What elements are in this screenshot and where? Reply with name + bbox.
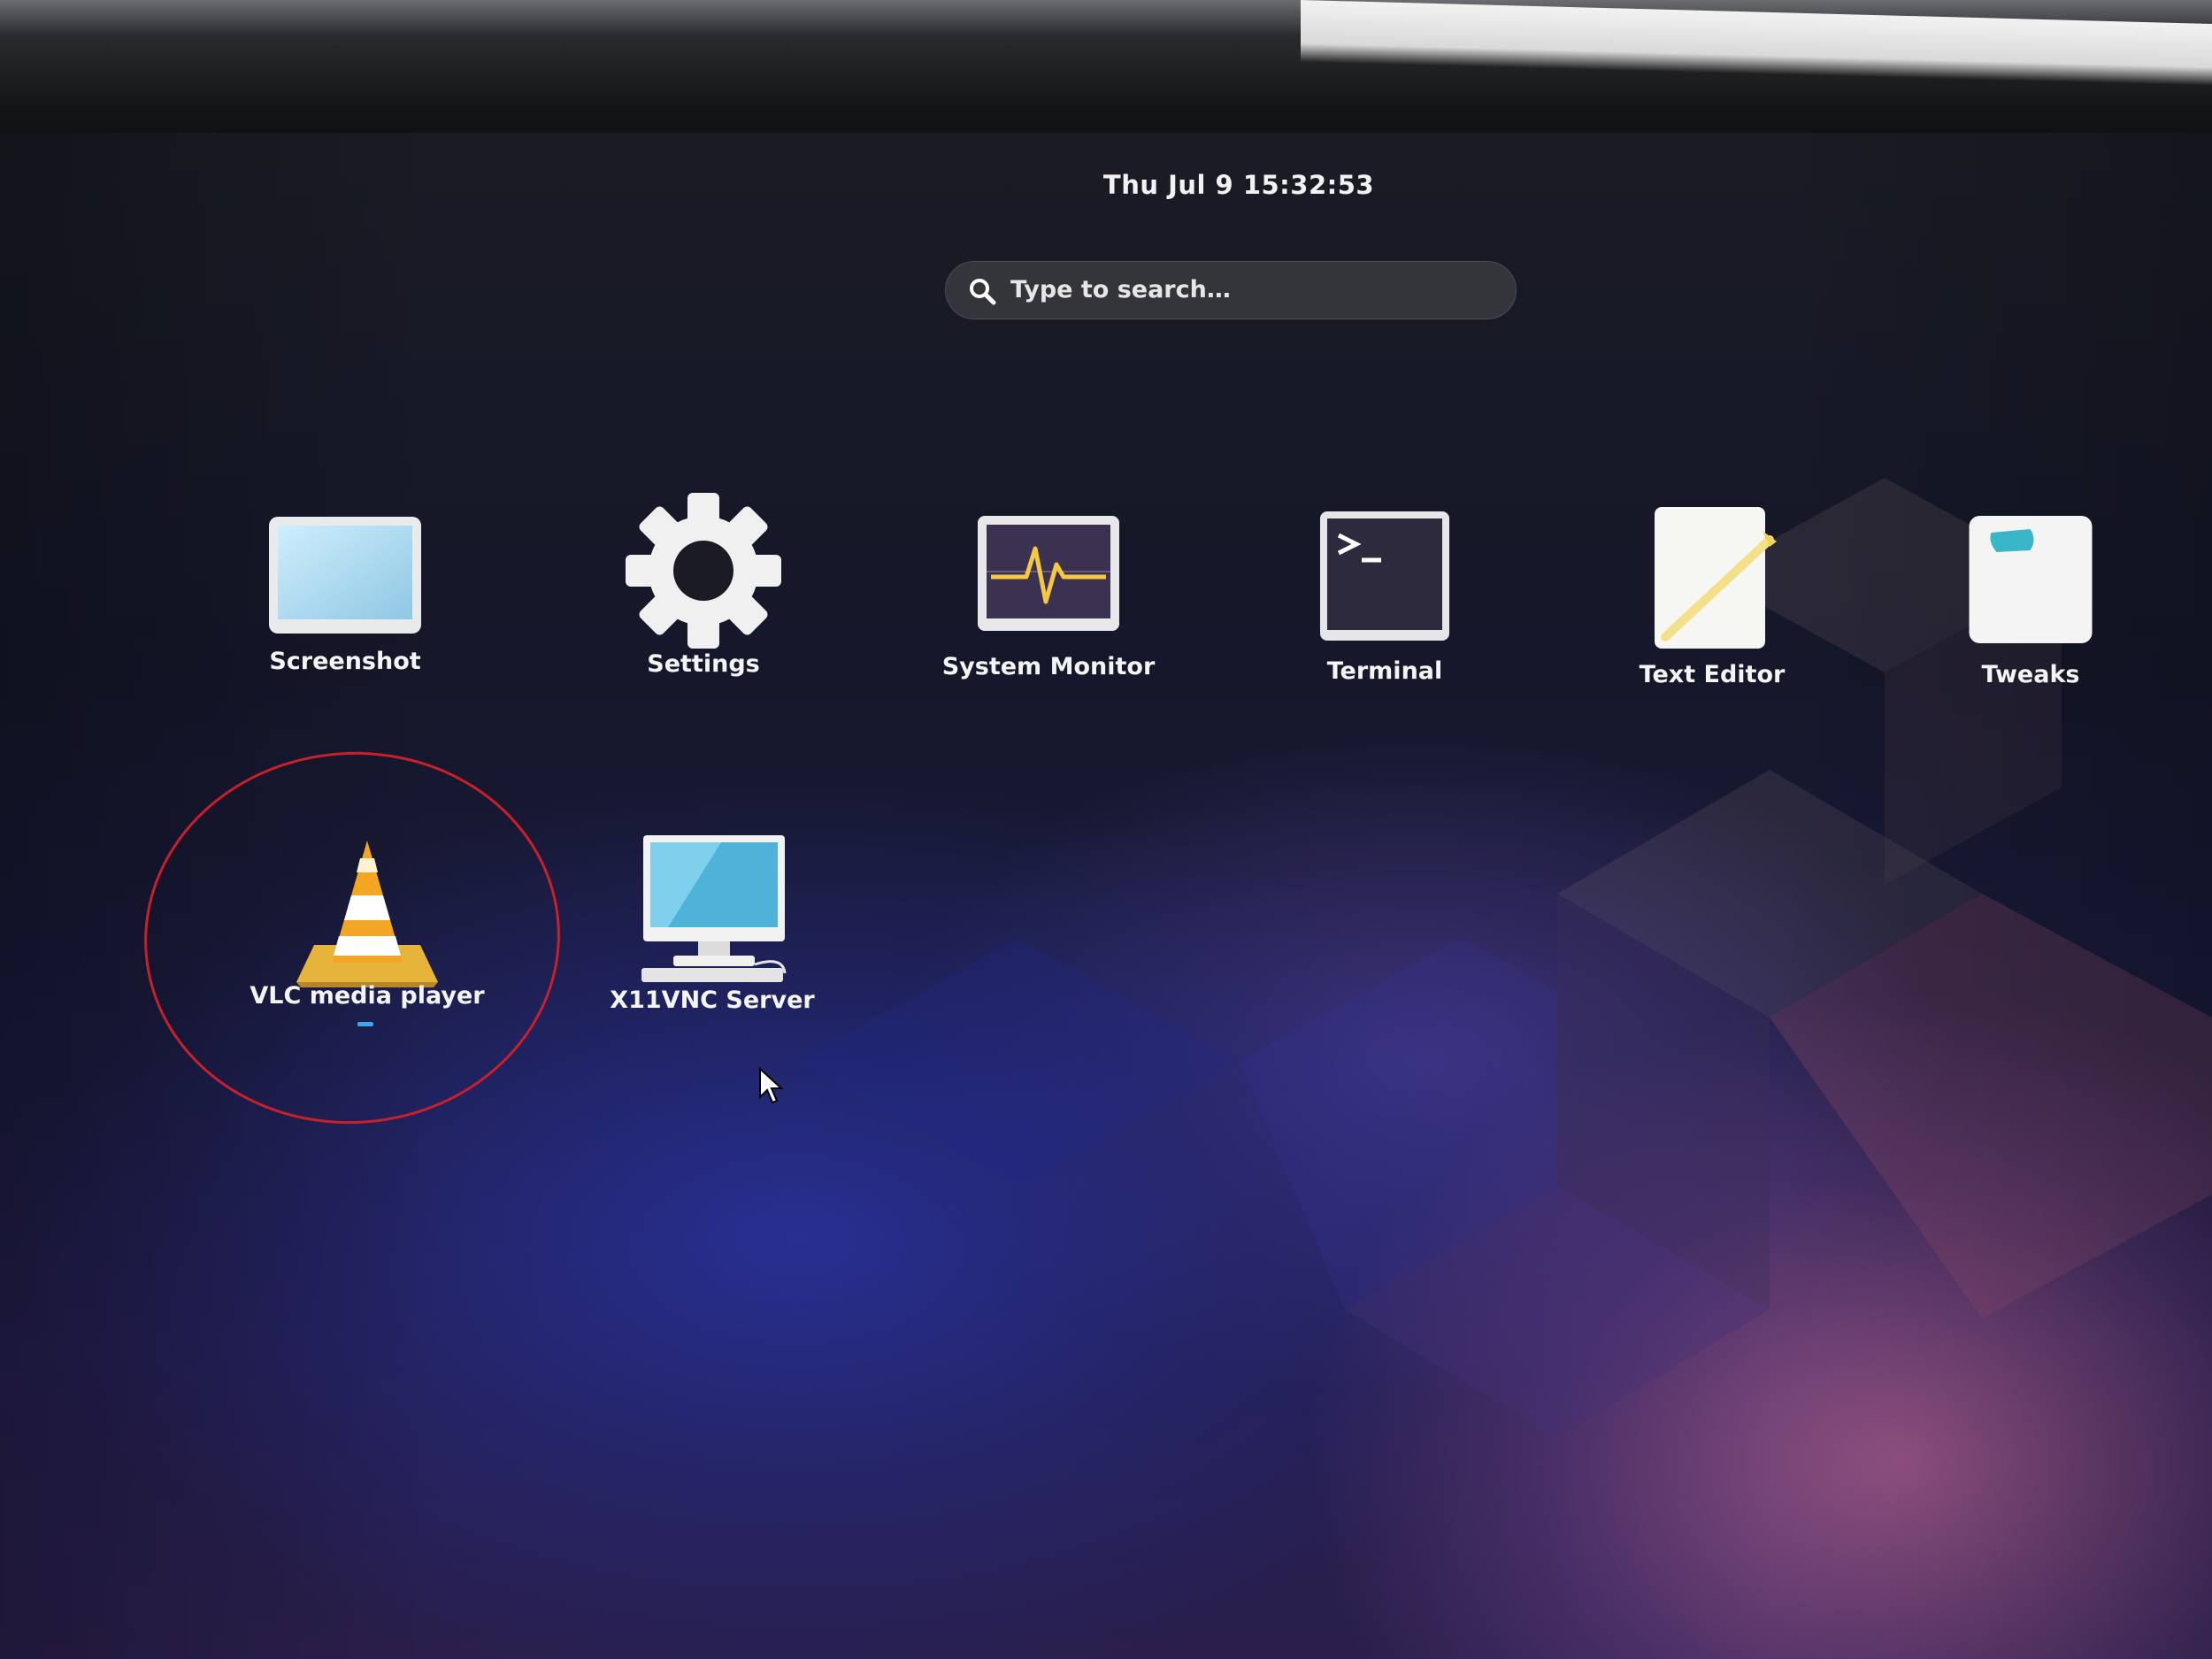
system-monitor-icon bbox=[978, 516, 1119, 631]
gnome-app-grid-screen: Thu Jul 9 15:32:53 Type to search… Scree… bbox=[0, 133, 2212, 1659]
app-text-editor[interactable]: Text Editor bbox=[1579, 504, 1845, 695]
app-settings[interactable]: Settings bbox=[571, 487, 836, 690]
app-label: System Monitor bbox=[941, 653, 1156, 680]
app-label: VLC media player bbox=[250, 982, 485, 1010]
monitor-icon bbox=[641, 835, 787, 982]
app-screenshot[interactable]: Screenshot bbox=[212, 509, 478, 686]
app-label: Text Editor bbox=[1639, 661, 1786, 688]
running-indicator bbox=[357, 1022, 373, 1026]
monitor-bezel-glare bbox=[1301, 0, 2212, 86]
app-tweaks[interactable]: Tweaks bbox=[1898, 513, 2163, 699]
mouse-pointer-icon bbox=[759, 1067, 784, 1104]
app-label: Screenshot bbox=[269, 648, 421, 675]
screenshot-icon bbox=[269, 517, 421, 634]
tweaks-icon bbox=[1969, 516, 2093, 643]
app-label: Terminal bbox=[1326, 657, 1443, 685]
app-terminal[interactable]: Terminal bbox=[1252, 509, 1517, 695]
search-entry[interactable]: Type to search… bbox=[945, 261, 1517, 319]
vlc-cone-icon bbox=[296, 841, 438, 987]
app-label: Settings bbox=[647, 650, 760, 678]
top-bar-clock[interactable]: Thu Jul 9 15:32:53 bbox=[1062, 170, 1416, 200]
photo-frame: Thu Jul 9 15:32:53 Type to search… Scree… bbox=[0, 0, 2212, 1659]
app-label: X11VNC Server bbox=[610, 987, 815, 1014]
app-label: Tweaks bbox=[1981, 661, 2080, 688]
gear-icon bbox=[626, 493, 781, 649]
search-icon bbox=[970, 279, 996, 305]
terminal-icon bbox=[1320, 511, 1449, 641]
app-system-monitor[interactable]: System Monitor bbox=[916, 513, 1181, 690]
text-editor-icon bbox=[1655, 507, 1777, 649]
app-vlc-media-player[interactable]: VLC media player bbox=[234, 832, 500, 1035]
app-x11vnc-server[interactable]: X11VNC Server bbox=[580, 832, 845, 1035]
search-placeholder: Type to search… bbox=[1010, 276, 1231, 303]
